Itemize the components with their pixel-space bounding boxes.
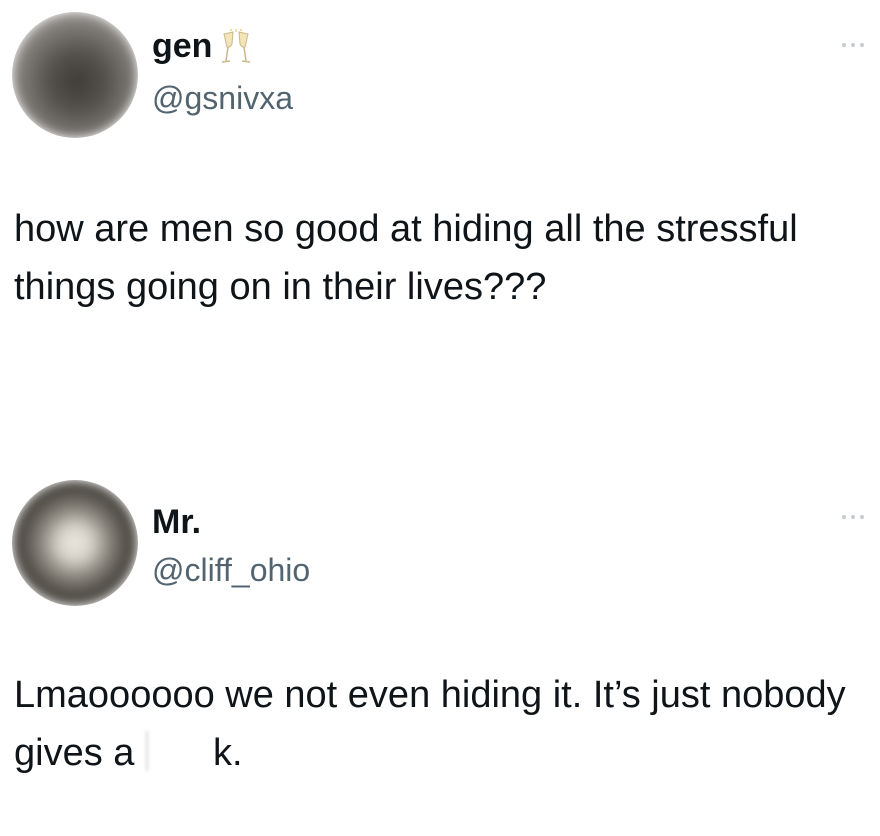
champagne-glasses-icon <box>222 28 251 63</box>
dot-icon <box>851 43 855 47</box>
user-handle[interactable]: @gsnivxa <box>152 78 293 118</box>
tweet-text-after: k. <box>212 732 243 774</box>
tweet-text-before: Lmaoooooo we not even hiding it. It’s ju… <box>14 674 846 774</box>
dot-icon <box>842 43 846 47</box>
avatar[interactable] <box>12 480 138 606</box>
dot-icon <box>860 43 864 47</box>
dot-icon <box>860 515 864 519</box>
tweet: gen @gsnivxa how are men so good at hidi… <box>0 0 880 410</box>
tweet: Mr. @cliff_ohio Lmaoooooo we not even hi… <box>0 410 880 836</box>
display-name[interactable]: gen <box>152 26 256 68</box>
user-handle[interactable]: @cliff_ohio <box>152 550 310 590</box>
display-name[interactable]: Mr. <box>152 502 201 542</box>
avatar[interactable] <box>12 12 138 138</box>
tweet-text: how are men so good at hiding all the st… <box>14 208 798 308</box>
more-options-button[interactable] <box>842 38 864 52</box>
censored-word <box>145 731 212 771</box>
tweet-text: Lmaoooooo we not even hiding it. It’s ju… <box>14 666 874 782</box>
more-options-button[interactable] <box>842 510 864 524</box>
dot-icon <box>842 515 846 519</box>
display-name-text: gen <box>152 27 213 65</box>
dot-icon <box>851 515 855 519</box>
